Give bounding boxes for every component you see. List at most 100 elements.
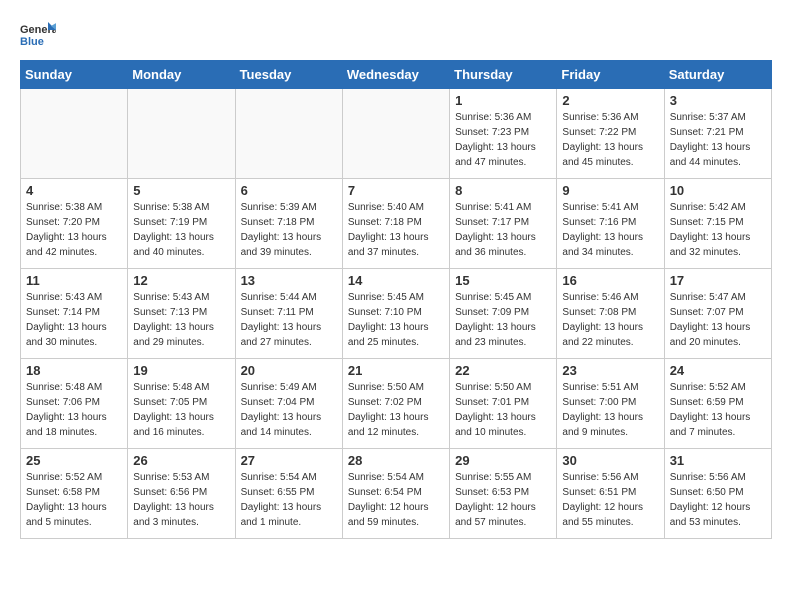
calendar-cell [235,89,342,179]
header-thursday: Thursday [450,61,557,89]
day-info: Sunrise: 5:48 AMSunset: 7:06 PMDaylight:… [26,380,122,440]
day-info: Sunrise: 5:47 AMSunset: 7:07 PMDaylight:… [670,290,766,350]
day-info: Sunrise: 5:49 AMSunset: 7:04 PMDaylight:… [241,380,337,440]
day-number: 28 [348,453,444,468]
day-number: 29 [455,453,551,468]
day-info: Sunrise: 5:52 AMSunset: 6:59 PMDaylight:… [670,380,766,440]
calendar-week-4: 18 Sunrise: 5:48 AMSunset: 7:06 PMDayligh… [21,359,772,449]
day-number: 12 [133,273,229,288]
calendar-cell: 2 Sunrise: 5:36 AMSunset: 7:22 PMDaylight… [557,89,664,179]
day-info: Sunrise: 5:40 AMSunset: 7:18 PMDaylight:… [348,200,444,260]
header-monday: Monday [128,61,235,89]
calendar-cell: 3 Sunrise: 5:37 AMSunset: 7:21 PMDaylight… [664,89,771,179]
calendar-week-1: 1Sunrise: 5:36 AMSunset: 7:23 PMDaylight… [21,89,772,179]
logo-bird-icon: General Blue [20,20,56,50]
day-info: Sunrise: 5:41 AMSunset: 7:17 PMDaylight:… [455,200,551,260]
calendar-cell: 6 Sunrise: 5:39 AMSunset: 7:18 PMDaylight… [235,179,342,269]
calendar-cell: 23Sunrise: 5:51 AMSunset: 7:00 PMDayligh… [557,359,664,449]
day-number: 2 [562,93,658,108]
calendar-cell: 8 Sunrise: 5:41 AMSunset: 7:17 PMDaylight… [450,179,557,269]
logo: General Blue [20,20,56,50]
day-number: 14 [348,273,444,288]
day-number: 20 [241,363,337,378]
day-info: Sunrise: 5:43 AMSunset: 7:14 PMDaylight:… [26,290,122,350]
calendar-cell: 31Sunrise: 5:56 AMSunset: 6:50 PMDayligh… [664,449,771,539]
day-info: Sunrise: 5:54 AMSunset: 6:55 PMDaylight:… [241,470,337,530]
calendar-cell: 24 Sunrise: 5:52 AMSunset: 6:59 PMDayligh… [664,359,771,449]
calendar-cell: 25 Sunrise: 5:52 AMSunset: 6:58 PMDayligh… [21,449,128,539]
calendar-cell: 7 Sunrise: 5:40 AMSunset: 7:18 PMDaylight… [342,179,449,269]
calendar-cell: 5 Sunrise: 5:38 AMSunset: 7:19 PMDaylight… [128,179,235,269]
calendar-cell: 20 Sunrise: 5:49 AMSunset: 7:04 PMDayligh… [235,359,342,449]
calendar-cell: 4 Sunrise: 5:38 AMSunset: 7:20 PMDaylight… [21,179,128,269]
day-number: 22 [455,363,551,378]
day-number: 15 [455,273,551,288]
day-number: 21 [348,363,444,378]
day-number: 5 [133,183,229,198]
header-friday: Friday [557,61,664,89]
day-info: Sunrise: 5:36 AMSunset: 7:22 PMDaylight:… [562,110,658,170]
day-number: 25 [26,453,122,468]
calendar-week-5: 25 Sunrise: 5:52 AMSunset: 6:58 PMDayligh… [21,449,772,539]
calendar-header-row: SundayMondayTuesdayWednesdayThursdayFrid… [21,61,772,89]
calendar-cell [128,89,235,179]
calendar-cell: 11 Sunrise: 5:43 AMSunset: 7:14 PMDayligh… [21,269,128,359]
day-info: Sunrise: 5:48 AMSunset: 7:05 PMDaylight:… [133,380,229,440]
calendar-cell: 15Sunrise: 5:45 AMSunset: 7:09 PMDayligh… [450,269,557,359]
calendar-cell [21,89,128,179]
day-number: 13 [241,273,337,288]
calendar-cell: 26 Sunrise: 5:53 AMSunset: 6:56 PMDayligh… [128,449,235,539]
day-info: Sunrise: 5:37 AMSunset: 7:21 PMDaylight:… [670,110,766,170]
day-number: 6 [241,183,337,198]
day-number: 16 [562,273,658,288]
day-info: Sunrise: 5:36 AMSunset: 7:23 PMDaylight:… [455,110,551,170]
day-info: Sunrise: 5:39 AMSunset: 7:18 PMDaylight:… [241,200,337,260]
day-info: Sunrise: 5:56 AMSunset: 6:51 PMDaylight:… [562,470,658,530]
day-number: 23 [562,363,658,378]
calendar-table: SundayMondayTuesdayWednesdayThursdayFrid… [20,60,772,539]
day-number: 8 [455,183,551,198]
header-wednesday: Wednesday [342,61,449,89]
day-info: Sunrise: 5:41 AMSunset: 7:16 PMDaylight:… [562,200,658,260]
day-info: Sunrise: 5:43 AMSunset: 7:13 PMDaylight:… [133,290,229,350]
header-saturday: Saturday [664,61,771,89]
day-number: 3 [670,93,766,108]
day-info: Sunrise: 5:50 AMSunset: 7:02 PMDaylight:… [348,380,444,440]
calendar-cell: 13 Sunrise: 5:44 AMSunset: 7:11 PMDayligh… [235,269,342,359]
calendar-cell: 27Sunrise: 5:54 AMSunset: 6:55 PMDayligh… [235,449,342,539]
day-info: Sunrise: 5:52 AMSunset: 6:58 PMDaylight:… [26,470,122,530]
day-number: 31 [670,453,766,468]
day-number: 4 [26,183,122,198]
svg-text:Blue: Blue [20,36,44,48]
header-tuesday: Tuesday [235,61,342,89]
calendar-cell: 17 Sunrise: 5:47 AMSunset: 7:07 PMDayligh… [664,269,771,359]
day-number: 24 [670,363,766,378]
day-number: 11 [26,273,122,288]
calendar-cell: 30 Sunrise: 5:56 AMSunset: 6:51 PMDayligh… [557,449,664,539]
calendar-cell: 28 Sunrise: 5:54 AMSunset: 6:54 PMDayligh… [342,449,449,539]
calendar-cell: 29Sunrise: 5:55 AMSunset: 6:53 PMDayligh… [450,449,557,539]
day-info: Sunrise: 5:44 AMSunset: 7:11 PMDaylight:… [241,290,337,350]
day-number: 18 [26,363,122,378]
calendar-cell [342,89,449,179]
day-info: Sunrise: 5:38 AMSunset: 7:19 PMDaylight:… [133,200,229,260]
day-number: 19 [133,363,229,378]
day-info: Sunrise: 5:50 AMSunset: 7:01 PMDaylight:… [455,380,551,440]
day-info: Sunrise: 5:42 AMSunset: 7:15 PMDaylight:… [670,200,766,260]
calendar-cell: 12 Sunrise: 5:43 AMSunset: 7:13 PMDayligh… [128,269,235,359]
day-number: 26 [133,453,229,468]
calendar-cell: 16 Sunrise: 5:46 AMSunset: 7:08 PMDayligh… [557,269,664,359]
day-info: Sunrise: 5:54 AMSunset: 6:54 PMDaylight:… [348,470,444,530]
calendar-cell: 10Sunrise: 5:42 AMSunset: 7:15 PMDayligh… [664,179,771,269]
calendar-cell: 18 Sunrise: 5:48 AMSunset: 7:06 PMDayligh… [21,359,128,449]
calendar-week-2: 4 Sunrise: 5:38 AMSunset: 7:20 PMDaylight… [21,179,772,269]
calendar-cell: 21 Sunrise: 5:50 AMSunset: 7:02 PMDayligh… [342,359,449,449]
day-number: 9 [562,183,658,198]
day-info: Sunrise: 5:53 AMSunset: 6:56 PMDaylight:… [133,470,229,530]
day-info: Sunrise: 5:38 AMSunset: 7:20 PMDaylight:… [26,200,122,260]
day-info: Sunrise: 5:46 AMSunset: 7:08 PMDaylight:… [562,290,658,350]
day-number: 7 [348,183,444,198]
day-number: 17 [670,273,766,288]
day-number: 30 [562,453,658,468]
calendar-cell: 14Sunrise: 5:45 AMSunset: 7:10 PMDayligh… [342,269,449,359]
